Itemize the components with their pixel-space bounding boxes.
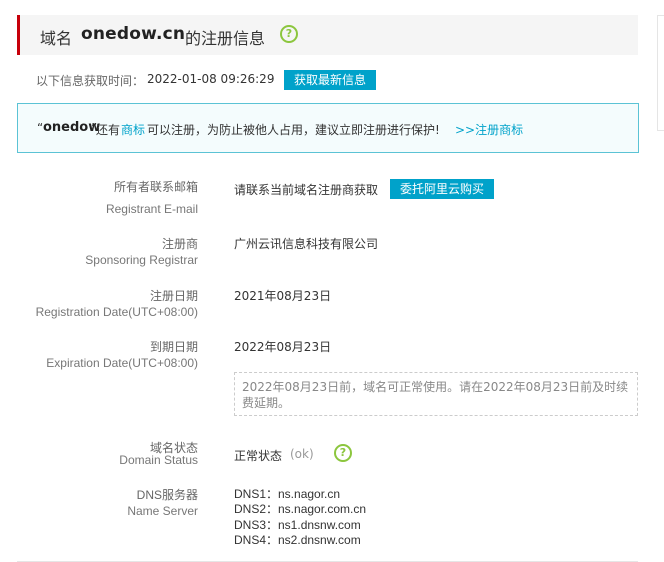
dns-label-en: Name Server xyxy=(127,504,198,518)
dns-label-cn: DNS服务器 xyxy=(136,488,198,502)
dns-server-4: DNS4：ns2.dnsnw.com xyxy=(234,533,361,547)
email-value: 请联系当前域名注册商获取 xyxy=(234,183,379,197)
buy-via-aliyun-button[interactable]: 委托阿里云购买 xyxy=(390,179,494,199)
email-label-cn: 所有者联系邮箱 xyxy=(113,180,198,194)
status-label-en: Domain Status xyxy=(119,453,198,467)
reg-date-label-en: Registration Date(UTC+08:00) xyxy=(35,305,198,319)
notice-text-b: 可以注册，为防止被他人占用，建议立即注册进行保护! xyxy=(147,123,440,137)
register-trademark-link[interactable]: >>注册商标 xyxy=(455,121,523,138)
exp-date-label-cn: 到期日期 xyxy=(149,340,198,354)
status-help-icon[interactable]: ? xyxy=(334,444,352,462)
reg-date-value: 2021年08月23日 xyxy=(234,289,332,303)
status-code: (ok) xyxy=(290,447,314,461)
header-label-prefix: 域名 xyxy=(40,29,73,48)
refresh-info-button[interactable]: 获取最新信息 xyxy=(284,70,376,90)
query-time-label: 以下信息获取时间： xyxy=(36,74,145,88)
side-panel-edge xyxy=(657,15,664,131)
header-domain: onedow.cn xyxy=(81,24,186,44)
registrar-label-en: Sponsoring Registrar xyxy=(85,253,198,267)
dns-server-2: DNS2：ns.nagor.com.cn xyxy=(234,502,367,516)
notice-text-a: 还有 xyxy=(96,123,121,137)
page-header: 域名 onedow.cn 的注册信息 ? xyxy=(17,15,638,55)
trademark-notice: “ onedow ” 还有 商标 可以注册，为防止被他人占用，建议立即注册进行保… xyxy=(17,103,639,153)
exp-date-label-en: Expiration Date(UTC+08:00) xyxy=(46,356,198,370)
help-icon[interactable]: ? xyxy=(280,25,298,43)
registrar-label-cn: 注册商 xyxy=(161,237,198,251)
query-time-value: 2022-01-08 09:26:29 xyxy=(147,72,275,86)
trademark-link[interactable]: 商标 xyxy=(121,121,145,138)
status-value: 正常状态 xyxy=(234,449,283,463)
expiration-note: 2022年08月23日前，域名可正常使用。请在2022年08月23日前及时续费延… xyxy=(234,372,638,416)
header-label-suffix: 的注册信息 xyxy=(185,29,266,48)
exp-date-value: 2022年08月23日 xyxy=(234,340,332,354)
email-label-en: Registrant E-mail xyxy=(105,202,198,216)
registrar-value: 广州云讯信息科技有限公司 xyxy=(234,237,379,251)
reg-date-label-cn: 注册日期 xyxy=(149,289,198,303)
